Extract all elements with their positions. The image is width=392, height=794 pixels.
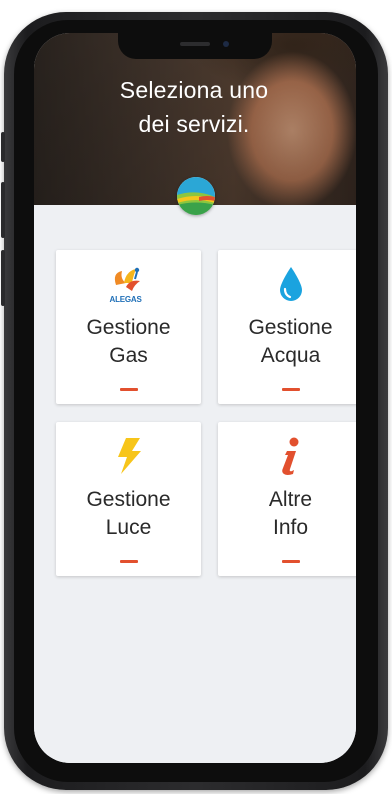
- service-card-luce[interactable]: Gestione Luce: [56, 422, 201, 576]
- accent-dash: [120, 388, 138, 391]
- lightning-bolt-icon: [104, 436, 154, 476]
- volume-down-button: [1, 250, 5, 306]
- front-camera: [223, 41, 229, 47]
- accent-dash: [120, 560, 138, 563]
- mute-switch: [1, 132, 5, 162]
- page-title: Seleziona uno dei servizi.: [94, 73, 294, 141]
- alegas-wordmark: ALEGAS: [109, 295, 142, 304]
- service-label: Altre Info: [218, 486, 356, 542]
- speaker-grille: [180, 42, 210, 46]
- service-label: Gestione Gas: [56, 314, 201, 370]
- label-line-1: Gestione: [86, 488, 171, 511]
- app-screen: Seleziona uno dei servizi. ALEGAS Gestio…: [34, 33, 356, 763]
- service-label: Gestione Luce: [56, 486, 201, 542]
- title-line-1: Seleziona uno: [119, 77, 269, 103]
- label-line-2: Gas: [109, 344, 148, 367]
- label-line-1: Altre: [268, 488, 313, 511]
- app-logo-icon: [177, 177, 215, 215]
- label-line-2: Acqua: [260, 344, 321, 367]
- title-line-2: dei servizi.: [138, 111, 250, 137]
- accent-dash: [282, 388, 300, 391]
- notch: [118, 33, 272, 59]
- info-icon: [266, 436, 316, 476]
- service-card-gas[interactable]: ALEGAS Gestione Gas: [56, 250, 201, 404]
- label-line-2: Luce: [105, 516, 152, 539]
- service-card-info[interactable]: Altre Info: [218, 422, 356, 576]
- alegas-logo-icon: ALEGAS: [104, 264, 154, 304]
- accent-dash: [282, 560, 300, 563]
- label-line-1: Gestione: [248, 316, 333, 339]
- service-label: Gestione Acqua: [218, 314, 356, 370]
- services-grid: ALEGAS Gestione Gas Gestione Acqua Gesti…: [34, 205, 356, 763]
- label-line-1: Gestione: [86, 316, 171, 339]
- volume-up-button: [1, 182, 5, 238]
- service-card-acqua[interactable]: Gestione Acqua: [218, 250, 356, 404]
- label-line-2: Info: [272, 516, 309, 539]
- water-drop-icon: [266, 264, 316, 304]
